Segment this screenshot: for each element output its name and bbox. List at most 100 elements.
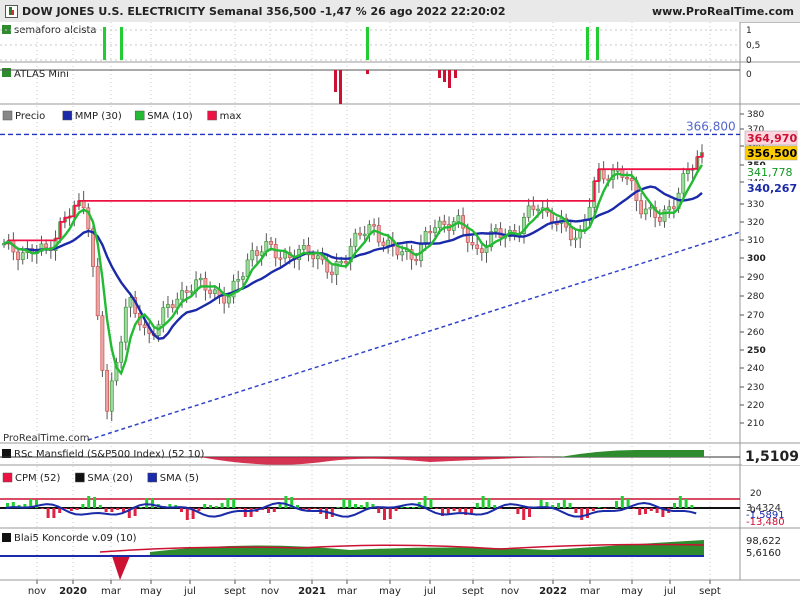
x-tick-label: sept — [462, 586, 484, 597]
candle-body — [470, 241, 475, 246]
candle-body — [311, 254, 316, 260]
cpm-bar — [180, 508, 183, 512]
cpm-bar — [632, 508, 636, 509]
price-badge: 340,267 — [747, 182, 797, 195]
candle-body — [442, 220, 447, 225]
x-tick-label: jul — [183, 586, 196, 597]
candle-body — [353, 232, 358, 247]
price-legend-swatch — [207, 110, 217, 121]
cpm-bar — [580, 508, 584, 520]
price-tick: 270 — [747, 311, 764, 321]
price-tick: 320 — [747, 218, 764, 228]
candle-body — [180, 290, 184, 300]
cpm-bar — [52, 508, 56, 518]
candle-body — [44, 243, 49, 248]
candle-body — [400, 251, 405, 256]
x-tick-label: 2021 — [298, 586, 326, 597]
cpm-bar — [214, 506, 218, 508]
cpm-bar — [40, 508, 44, 509]
koncorde-badge: 98,622 — [746, 536, 781, 547]
candle-body — [433, 227, 437, 233]
atlas-bar — [366, 70, 369, 74]
atlas-bar — [443, 70, 446, 82]
x-tick-label: may — [379, 586, 401, 597]
cpm-bar — [197, 508, 201, 511]
price-badge: 364,970 — [747, 132, 797, 145]
cpm-bar — [145, 498, 149, 508]
cpm-bar — [597, 507, 601, 508]
price-legend-label: Precio — [15, 111, 45, 122]
site-url[interactable]: www.ProRealTime.com — [652, 5, 794, 18]
candle-body — [222, 295, 227, 304]
candle-body — [20, 252, 25, 261]
chart-title: DOW JONES U.S. ELECTRICITY Semanal 356,5… — [22, 5, 506, 18]
cpm-bar — [348, 500, 352, 508]
price-tick: 280 — [747, 292, 764, 302]
cpm-bar — [278, 504, 282, 508]
candle-body — [255, 250, 259, 256]
cpm-bar — [516, 508, 520, 514]
atlas-bar — [448, 70, 451, 88]
cpm-legend-swatch — [147, 472, 158, 483]
candle-body — [105, 370, 109, 412]
candle-body — [100, 315, 105, 371]
cpm-bar — [272, 508, 276, 512]
cpm-bar — [644, 508, 647, 514]
cpm-bar — [377, 508, 381, 513]
price-tick: 380 — [747, 110, 764, 120]
cpm-bar — [46, 508, 50, 518]
x-tick-label: 2020 — [59, 586, 87, 597]
price-legend-swatch — [2, 110, 13, 121]
candle-body — [667, 206, 672, 211]
candle-body — [344, 261, 348, 264]
candle-body — [119, 341, 124, 363]
x-tick-label: sept — [224, 586, 246, 597]
candle-body — [170, 304, 175, 309]
cpm-bar — [655, 508, 659, 513]
atlas-label: ATLAS Mini — [14, 69, 69, 80]
x-tick-label: jul — [663, 586, 676, 597]
candle-body — [184, 290, 189, 293]
cpm-bar — [649, 508, 653, 511]
candle-body — [283, 252, 287, 259]
price-tick: 220 — [747, 401, 764, 411]
candle-body — [456, 215, 461, 222]
cpm-bar — [562, 500, 566, 508]
semaforo-bar — [596, 27, 599, 60]
cpm-bar — [470, 508, 473, 513]
cpm-legend-label: CPM (52) — [15, 473, 60, 484]
candle-body — [203, 277, 208, 291]
candle-body — [681, 173, 686, 194]
stock-chart[interactable]: nov 2020 mar may jul sept nov 2021 mar may jul sept… — [0, 22, 800, 600]
semaforo-tick: 0,5 — [746, 41, 760, 51]
candle-body — [301, 245, 306, 250]
candle-body — [198, 277, 203, 281]
candle-body — [395, 246, 400, 256]
cpm-bar — [359, 505, 363, 508]
price-tick: 240 — [747, 364, 764, 374]
candle-body — [123, 306, 128, 343]
cpm-bar — [69, 508, 73, 511]
cpm-bar — [429, 499, 433, 508]
cpm-badge: -13,480 — [746, 517, 785, 528]
candle-body — [662, 209, 667, 222]
price-legend-label: SMA (10) — [147, 111, 193, 122]
candle-body — [386, 239, 391, 246]
candle-body — [250, 250, 255, 261]
cpm-bar — [638, 508, 642, 515]
cpm-bar — [75, 508, 79, 510]
cpm-bar — [557, 503, 560, 508]
cpm-bar — [394, 508, 398, 511]
cpm-bar — [232, 499, 236, 508]
cpm-bar — [342, 499, 346, 508]
atlas-bar — [438, 70, 441, 78]
semaforo-tick: 0 — [746, 56, 752, 66]
cpm-bar — [110, 508, 114, 512]
cpm-bar — [87, 496, 91, 508]
cpm-bar — [116, 508, 120, 510]
cpm-bar — [475, 503, 479, 508]
candle-body — [531, 205, 536, 210]
price-tick: 310 — [747, 236, 764, 246]
candle-body — [161, 307, 166, 326]
chart-icon[interactable] — [5, 5, 18, 18]
